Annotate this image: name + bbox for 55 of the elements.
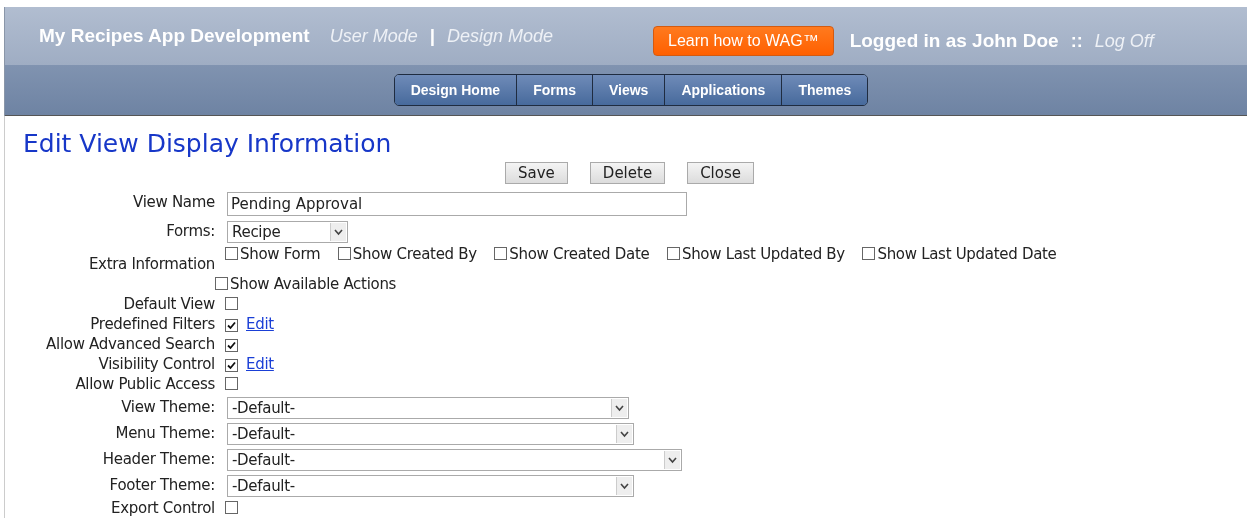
option-label: Show Created Date xyxy=(509,245,650,263)
checkmark-icon xyxy=(227,341,236,350)
checkmark-icon xyxy=(227,321,236,330)
checkbox[interactable] xyxy=(225,377,238,390)
field-label: Forms: xyxy=(165,221,215,241)
nav-tab[interactable]: Forms xyxy=(516,75,592,105)
dropdown[interactable]: -Default- xyxy=(227,449,682,471)
field-label: Allow Advanced Search xyxy=(45,334,215,354)
checkbox[interactable] xyxy=(225,501,238,514)
app-title: My Recipes App Development xyxy=(39,25,310,47)
page-title: Edit View Display Information xyxy=(22,128,393,160)
option-label: Show Last Updated By xyxy=(681,245,845,263)
nav-tab[interactable]: Design Home xyxy=(394,75,517,105)
field-label: Predefined Filters xyxy=(89,314,215,334)
checkbox[interactable] xyxy=(225,359,238,372)
dropdown[interactable]: -Default- xyxy=(227,475,634,497)
action-button[interactable]: Close xyxy=(687,162,754,184)
dropdown[interactable]: -Default- xyxy=(227,397,629,419)
field-label: Allow Public Access xyxy=(74,374,215,394)
checkbox[interactable] xyxy=(225,319,238,332)
option-label: Show Last Updated Date xyxy=(877,245,1057,263)
checkbox[interactable] xyxy=(337,247,351,260)
option-label: Show Available Actions xyxy=(230,275,397,293)
field-label: Menu Theme: xyxy=(114,423,215,443)
view-name-field[interactable]: Pending Approval xyxy=(227,192,687,216)
field-label: Header Theme: xyxy=(101,449,215,469)
option-label: Show Form xyxy=(240,245,321,263)
checkbox[interactable] xyxy=(215,277,228,290)
field-label: View Theme: xyxy=(120,397,215,417)
nav-tab[interactable]: Views xyxy=(591,75,665,105)
field-label: Export Control xyxy=(110,498,215,518)
checkbox[interactable] xyxy=(225,247,238,260)
separator: | xyxy=(429,25,435,47)
field-label: Footer Theme: xyxy=(108,475,215,495)
checkbox[interactable] xyxy=(225,339,238,352)
edit-link[interactable]: Edit xyxy=(246,355,274,373)
nav-tab[interactable]: Applications xyxy=(664,75,782,105)
nav-tab[interactable]: Themes xyxy=(781,75,868,105)
dropdown[interactable]: -Default- xyxy=(227,423,634,445)
field-label: View Name xyxy=(132,192,215,212)
checkbox[interactable] xyxy=(494,247,508,260)
field-label: Default View xyxy=(122,294,215,314)
action-button[interactable]: Delete xyxy=(589,162,666,184)
edit-link[interactable]: Edit xyxy=(246,315,274,333)
checkbox[interactable] xyxy=(666,247,680,260)
separator: :: xyxy=(1070,30,1083,52)
dropdown[interactable]: Recipe xyxy=(227,221,348,243)
user-label: Logged in as John Doe xyxy=(849,30,1059,52)
field-label: Visibility Control xyxy=(97,354,215,374)
checkbox[interactable] xyxy=(225,297,238,310)
checkbox[interactable] xyxy=(862,247,876,260)
checkmark-icon xyxy=(227,361,236,370)
option-label: Show Created By xyxy=(352,245,477,263)
field-label: Extra Information xyxy=(87,254,215,274)
action-button[interactable]: Save xyxy=(505,162,568,184)
